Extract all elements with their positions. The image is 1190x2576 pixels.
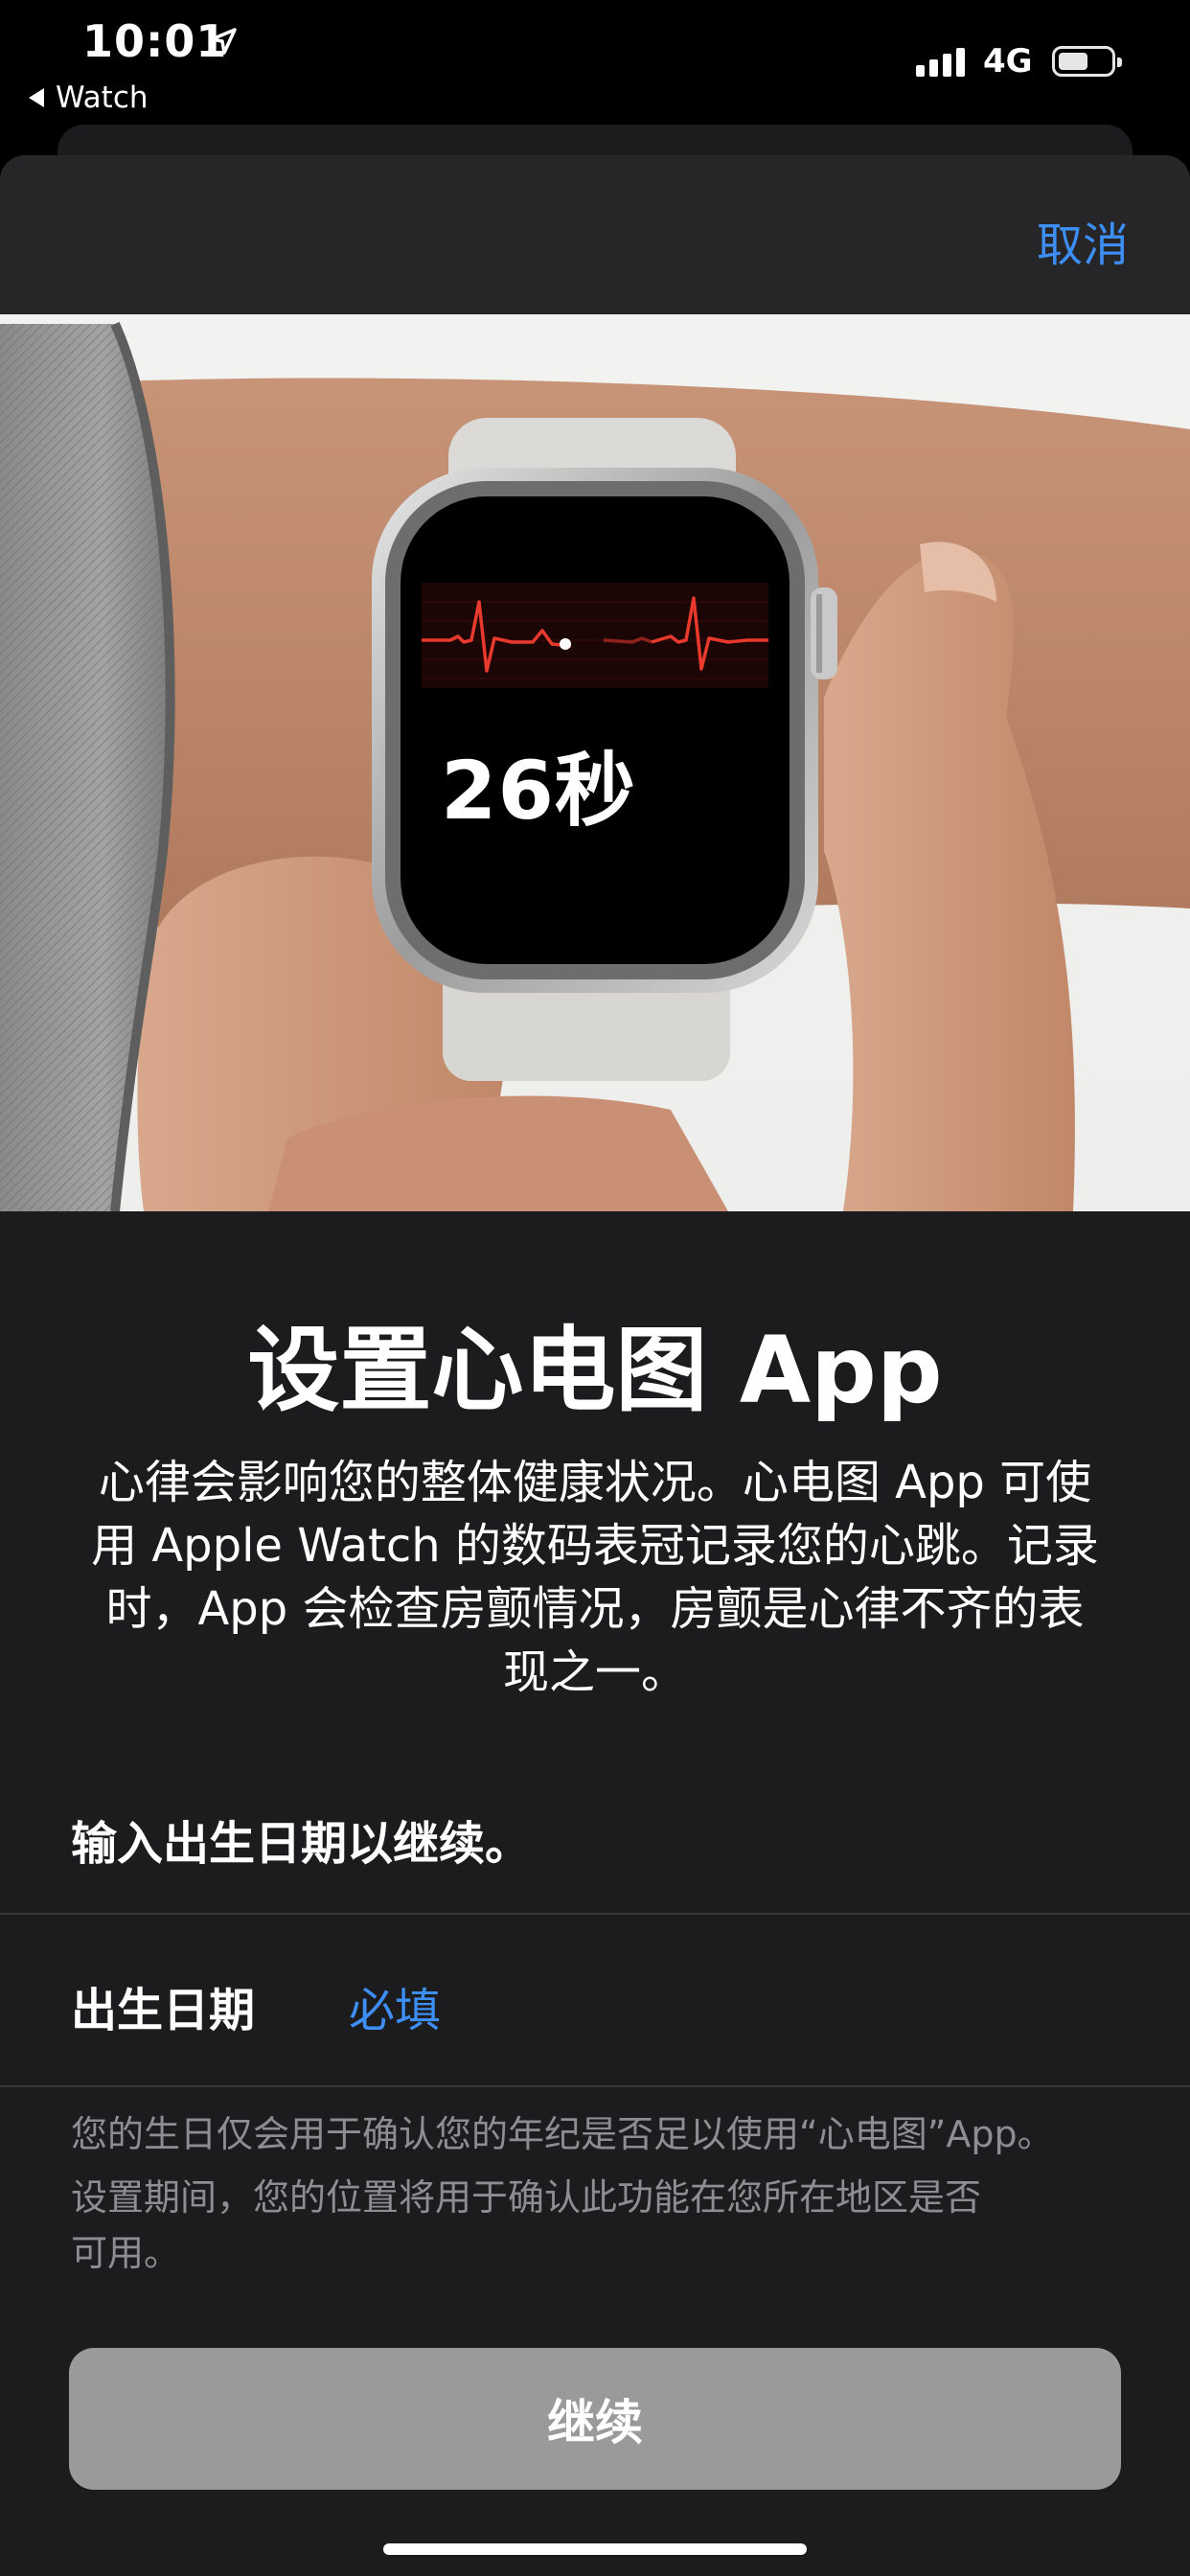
location-footnote-line: 设置期间，您的位置将用于确认此功能在您所在地区是否 [71,2176,982,2219]
divider [0,2085,1190,2087]
watch-ecg-timer: 26秒 [441,744,636,838]
back-to-watch-link[interactable]: Watch [29,80,149,115]
birthdate-label: 出生日期 [71,1984,256,2037]
divider [0,1913,1190,1915]
signal-bars-icon [916,48,965,77]
description-line: 现之一。 [502,1645,687,1699]
back-app-label: Watch [56,80,149,115]
age-footnote: 您的生日仅会用于确认您的年纪是否足以使用“心电图”App。 [71,2113,1054,2155]
network-type: 4G [983,42,1033,80]
home-indicator[interactable] [383,2543,807,2555]
description: 心律会影响您的整体健康状况。心电图 App 可使 用 Apple Watch 的… [63,1451,1127,1704]
back-triangle-icon [29,88,44,107]
continue-button[interactable]: 继续 [69,2348,1121,2490]
description-line: 心律会影响您的整体健康状况。心电图 App 可使 [98,1456,1092,1509]
battery-icon [1052,46,1122,77]
description-line: 时，App 会检查房颤情况，房颤是心律不齐的表 [105,1582,1085,1636]
birthdate-prompt: 输入出生日期以继续。 [71,1817,532,1871]
cancel-button[interactable]: 取消 [1037,207,1129,274]
description-line: 用 Apple Watch 的数码表冠记录您的心跳。记录 [91,1519,1099,1573]
page-title: 设置心电图 App [247,1317,943,1424]
birthdate-field[interactable]: 必填 [349,1972,441,2039]
location-arrow-icon [210,28,237,55]
hero-image: 26秒 [0,314,1190,1211]
status-time: 10:01 [82,15,228,67]
status-bar: 10:01 Watch 4G [0,0,1190,125]
sheet-nav-bar: 取消 [0,155,1190,314]
setup-sheet: 取消 26秒 设置心电图 App 心律会影响您的整体健康状况。心电图 App 可… [0,155,1190,2576]
location-footnote-line: 可用。 [71,2232,181,2274]
location-footnote: 设置期间，您的位置将用于确认此功能在您所在地区是否 可用。 [71,2170,1115,2281]
